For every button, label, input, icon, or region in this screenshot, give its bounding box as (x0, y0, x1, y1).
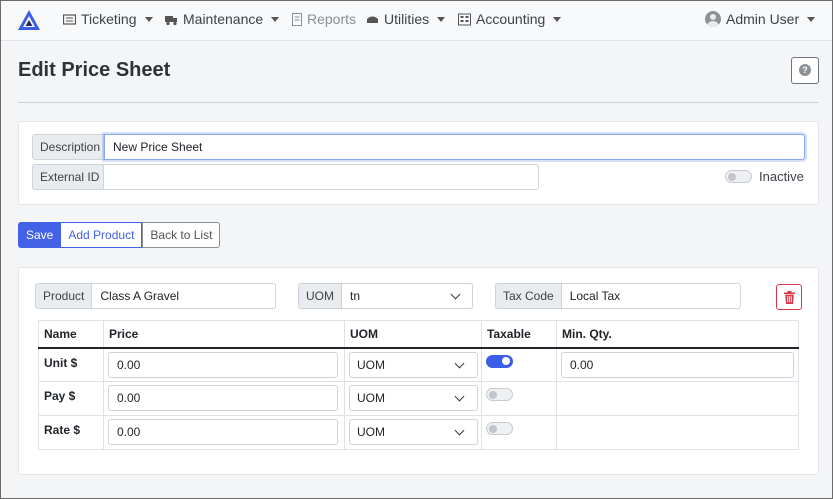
row-name: Rate $ (38, 415, 104, 450)
divider (18, 102, 819, 103)
uom-select-value: tn (350, 289, 361, 303)
chevron-down-icon (454, 391, 465, 402)
user-name: Admin User (726, 11, 800, 27)
taxable-cell (481, 415, 557, 450)
nav-maintenance-label: Maintenance (183, 11, 264, 27)
tax-code-input[interactable]: Local Tax (561, 283, 741, 309)
chevron-down-icon (450, 289, 461, 300)
row-uom-value: UOM (357, 391, 385, 405)
row-uom-value: UOM (357, 425, 385, 439)
page-title: Edit Price Sheet (18, 59, 171, 81)
column-header-taxable: Taxable (481, 320, 557, 349)
price-cell: 0.00 (103, 347, 345, 382)
row-name: Unit $ (38, 347, 104, 382)
taxable-cell (481, 347, 557, 382)
nav-ticketing[interactable]: Ticketing (63, 10, 153, 28)
user-menu[interactable]: Admin User (705, 10, 816, 28)
price-cell: 0.00 (103, 381, 345, 416)
back-to-list-button[interactable]: Back to List (142, 222, 221, 248)
row-uom-select[interactable]: UOM (349, 385, 478, 411)
tax-code-group: Tax Code Local Tax (495, 283, 741, 309)
truck-icon (165, 15, 177, 25)
column-header-uom: UOM (344, 320, 482, 349)
row-name: Pay $ (38, 381, 104, 416)
column-header-min-qty: Min. Qty. (556, 320, 799, 349)
table-row: Unit $ 0.00 UOM 0.00 (38, 347, 799, 382)
column-header-price: Price (103, 320, 345, 349)
description-label: Description (32, 134, 104, 160)
chevron-down-icon (454, 425, 465, 436)
min-qty-cell: 0.00 (556, 347, 799, 382)
chevron-down-icon (553, 16, 562, 22)
table-row: Pay $ 0.00 UOM (38, 381, 799, 416)
app-window: Ticketing Maintenance Reports Utilities … (0, 0, 833, 499)
uom-label: UOM (298, 283, 342, 309)
trash-icon (784, 291, 795, 304)
top-navbar: Ticketing Maintenance Reports Utilities … (1, 1, 832, 41)
nav-reports-label: Reports (307, 11, 357, 27)
table-header-row: Name Price UOM Taxable Min. Qty. (38, 320, 799, 349)
uom-select[interactable]: tn (342, 283, 473, 309)
chevron-down-icon (454, 358, 465, 368)
product-label: Product (35, 283, 93, 309)
min-qty-input[interactable]: 0.00 (561, 351, 794, 378)
delete-product-button[interactable] (776, 284, 802, 310)
nav-accounting[interactable]: Accounting (458, 10, 562, 28)
description-input[interactable]: New Price Sheet (104, 134, 805, 160)
nav-utilities[interactable]: Utilities (366, 10, 446, 28)
price-cell: 0.00 (103, 415, 345, 450)
app-logo-icon[interactable] (17, 9, 41, 31)
ticket-icon (63, 13, 76, 25)
price-input[interactable]: 0.00 (108, 351, 338, 378)
inactive-toggle[interactable] (725, 170, 752, 183)
row-uom-select[interactable]: UOM (349, 351, 478, 378)
question-icon: ? (799, 64, 811, 76)
action-button-group: Save Add Product Back to List (18, 222, 221, 248)
row-uom-select[interactable]: UOM (349, 419, 478, 445)
nav-maintenance[interactable]: Maintenance (165, 10, 280, 28)
external-id-group: External ID (32, 164, 539, 190)
nav-utilities-label: Utilities (384, 11, 430, 27)
chevron-down-icon (144, 16, 153, 22)
description-group: Description New Price Sheet (32, 134, 805, 160)
chevron-down-icon (807, 16, 816, 22)
chevron-down-icon (437, 16, 446, 22)
chevron-down-icon (271, 16, 280, 22)
uom-cell: UOM (344, 381, 482, 416)
tax-code-label: Tax Code (495, 283, 562, 309)
external-id-label: External ID (32, 164, 104, 190)
save-button[interactable]: Save (18, 222, 62, 248)
price-input[interactable]: 0.00 (108, 419, 338, 445)
taxable-toggle[interactable] (486, 422, 513, 435)
min-qty-cell (556, 381, 799, 416)
add-product-button[interactable]: Add Product (61, 222, 143, 248)
taxable-toggle[interactable] (486, 354, 513, 368)
price-input[interactable]: 0.00 (108, 385, 338, 411)
inactive-label: Inactive (759, 169, 804, 184)
external-id-input[interactable] (104, 164, 539, 190)
uom-cell: UOM (344, 347, 482, 382)
product-group: Product Class A Gravel (35, 283, 277, 309)
taxable-toggle[interactable] (486, 388, 513, 401)
nav-ticketing-label: Ticketing (81, 11, 137, 27)
calculator-icon (458, 13, 471, 25)
nav-accounting-label: Accounting (476, 11, 546, 27)
tools-icon (367, 16, 378, 23)
taxable-cell (481, 381, 557, 416)
nav-reports[interactable]: Reports (292, 10, 356, 28)
row-uom-value: UOM (357, 357, 385, 372)
uom-group: UOM tn (298, 283, 473, 309)
help-button[interactable]: ? (791, 57, 819, 84)
column-header-name: Name (38, 320, 104, 349)
price-table: Name Price UOM Taxable Min. Qty. Unit $ … (38, 320, 799, 450)
uom-cell: UOM (344, 415, 482, 450)
min-qty-cell (556, 415, 799, 450)
report-icon (292, 12, 302, 26)
product-input[interactable]: Class A Gravel (92, 283, 277, 309)
table-row: Rate $ 0.00 UOM (38, 415, 799, 450)
user-avatar-icon (705, 11, 721, 27)
